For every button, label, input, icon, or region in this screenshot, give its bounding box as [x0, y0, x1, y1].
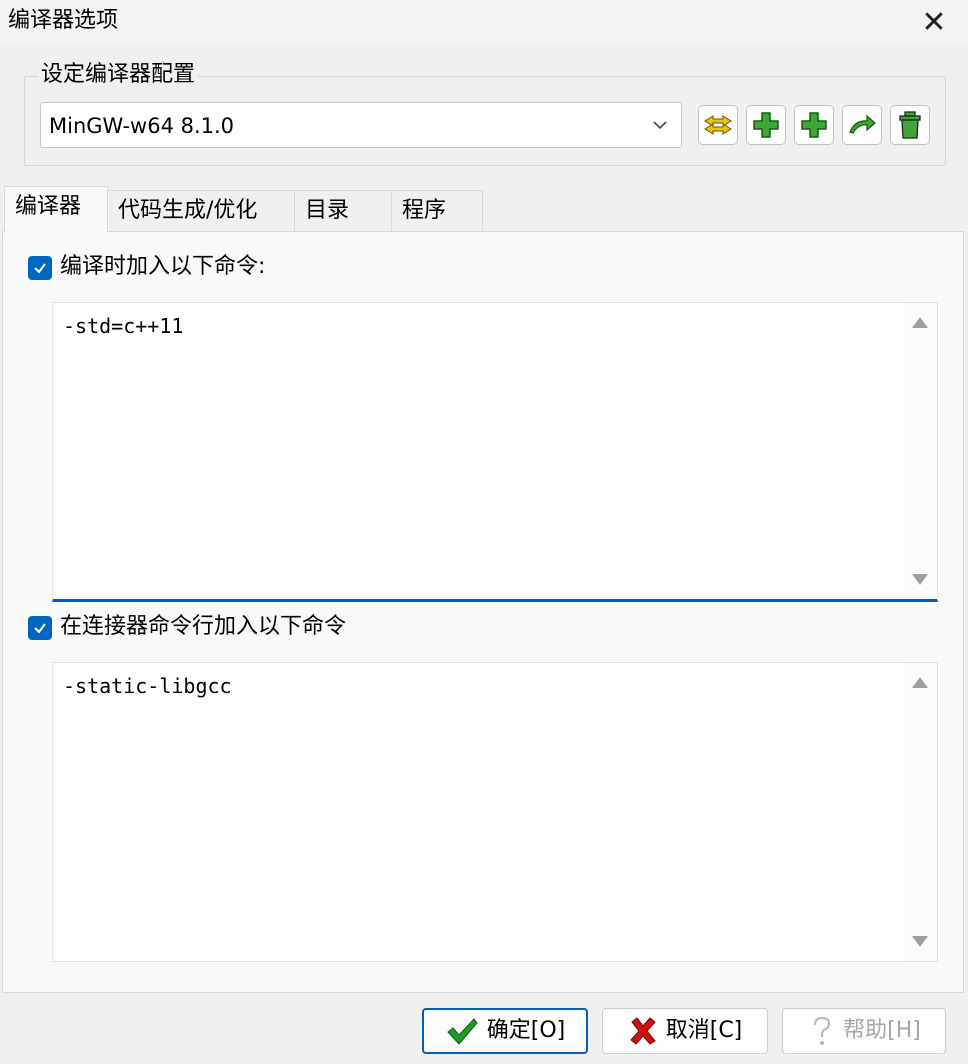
add-config-icon: [753, 112, 779, 138]
compile-commands-textarea[interactable]: -std=c++11: [52, 302, 938, 602]
scroll-down-arrow-icon[interactable]: [912, 574, 928, 585]
help-button[interactable]: 帮助[H]: [782, 1008, 946, 1054]
tab-directories-label: 目录: [305, 198, 350, 223]
linker-commands-text: -static-libgcc: [63, 674, 232, 698]
compile-commands-checkbox[interactable]: [28, 256, 52, 280]
close-button[interactable]: ✕: [900, 0, 968, 44]
close-icon: ✕: [921, 4, 947, 40]
compile-commands-label: 编译时加入以下命令:: [60, 254, 266, 279]
tab-directories[interactable]: 目录: [294, 190, 392, 232]
tab-compiler[interactable]: 编译器: [4, 186, 108, 233]
scroll-down-arrow-icon[interactable]: [912, 936, 928, 947]
reset-config-button[interactable]: [842, 105, 882, 145]
checkmark-icon: [34, 623, 46, 634]
compiler-config-value: MinGW-w64 8.1.0: [49, 114, 235, 138]
config-group-label: 设定编译器配置: [38, 60, 199, 90]
compiler-config-select[interactable]: MinGW-w64 8.1.0: [40, 102, 682, 148]
scroll-up-arrow-icon[interactable]: [912, 317, 928, 328]
linker-commands-checkbox[interactable]: [28, 616, 52, 640]
copy-config-button[interactable]: [794, 105, 834, 145]
help-button-label: 帮助[H]: [843, 1018, 921, 1043]
scroll-up-arrow-icon[interactable]: [912, 677, 928, 688]
rename-config-button[interactable]: [698, 105, 738, 145]
tab-codegen-optimize[interactable]: 代码生成/优化: [107, 190, 295, 232]
chevron-down-icon: [653, 121, 667, 130]
compile-commands-scrollbar[interactable]: [903, 303, 937, 599]
tab-programs-label: 程序: [402, 198, 447, 223]
ok-button[interactable]: 确定[O]: [422, 1008, 588, 1054]
copy-config-icon: [801, 112, 827, 138]
linker-commands-label: 在连接器命令行加入以下命令: [60, 614, 347, 639]
ok-button-label: 确定[O]: [486, 1018, 566, 1043]
title-bar: 编译器选项 ✕: [0, 0, 968, 44]
tab-codegen-optimize-label: 代码生成/优化: [118, 198, 258, 223]
checkmark-icon: [34, 263, 46, 274]
cancel-x-icon: [630, 1017, 656, 1045]
delete-config-icon: [899, 111, 921, 139]
tab-programs[interactable]: 程序: [391, 190, 483, 232]
tab-strip: 编译器 代码生成/优化 目录 程序: [0, 186, 968, 233]
cancel-button-label: 取消[C]: [665, 1018, 743, 1043]
rename-config-icon: [704, 115, 732, 135]
tab-compiler-label: 编译器: [15, 194, 82, 219]
window-title: 编译器选项: [8, 8, 119, 33]
help-question-icon: [814, 1016, 831, 1045]
delete-config-button[interactable]: [890, 105, 930, 145]
compile-commands-text: -std=c++11: [63, 314, 184, 338]
add-config-button[interactable]: [746, 105, 786, 145]
reset-config-icon: [849, 114, 876, 134]
cancel-button[interactable]: 取消[C]: [602, 1008, 768, 1054]
check-icon: [447, 1018, 478, 1045]
linker-commands-textarea[interactable]: -static-libgcc: [52, 662, 938, 962]
linker-commands-scrollbar[interactable]: [903, 663, 937, 961]
